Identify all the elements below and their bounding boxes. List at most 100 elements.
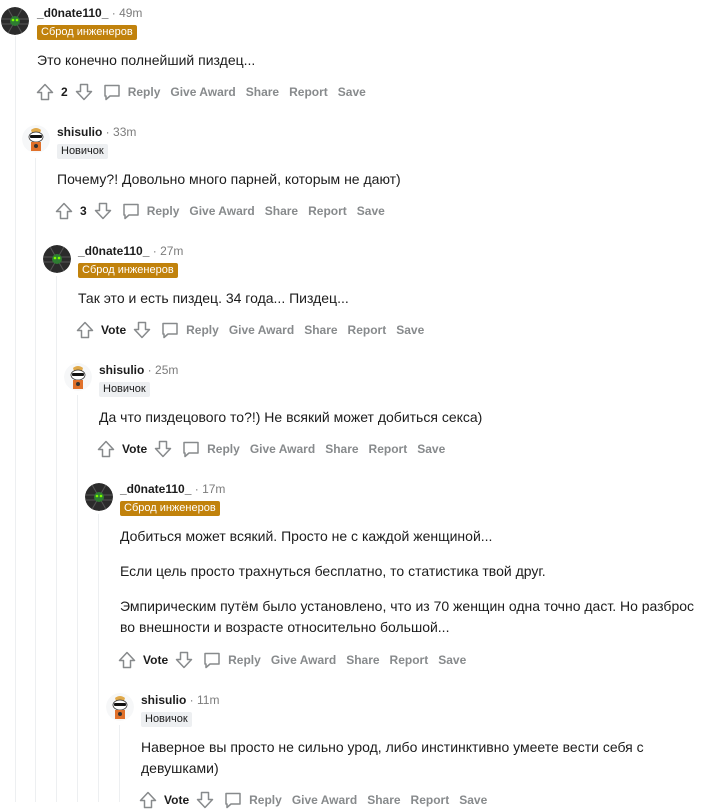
reply-button[interactable]: Reply	[223, 790, 282, 810]
comment-author[interactable]: _d0nate110_ · 17m	[120, 482, 225, 496]
author-name[interactable]: _d0nate110_	[120, 482, 191, 496]
reply-button[interactable]: Reply	[121, 201, 179, 221]
report-button[interactable]: Report	[369, 442, 408, 456]
user-flair: Сброд инженеров	[78, 263, 178, 278]
user-flair: Сброд инженеров	[37, 25, 137, 40]
thread-line[interactable]	[56, 276, 57, 802]
report-button[interactable]: Report	[289, 85, 328, 99]
comment-body: Да что пиздецового то?!) Не всякий может…	[99, 409, 483, 425]
comment-actions: 3 Reply Give Award Share Report Save	[54, 199, 385, 223]
report-button[interactable]: Report	[411, 793, 450, 807]
meta-separator: ·	[144, 363, 156, 377]
meta-separator: ·	[186, 693, 198, 707]
comment-time[interactable]: 17m	[202, 482, 225, 496]
share-button[interactable]: Share	[246, 85, 279, 99]
thread-line[interactable]	[77, 395, 78, 802]
comment-time[interactable]: 11m	[197, 693, 219, 707]
meta-separator: ·	[191, 482, 203, 496]
share-button[interactable]: Share	[346, 653, 379, 667]
comment-actions: Vote Reply Give Award Share Report Save	[96, 437, 445, 461]
author-name[interactable]: shisulio	[99, 363, 144, 377]
report-button[interactable]: Report	[348, 323, 387, 337]
arrow-down-icon[interactable]	[153, 439, 173, 459]
comment-actions: 2 Reply Give Award Share Report Save	[35, 80, 366, 104]
comment-body: Так это и есть пиздец. 34 года... Пиздец…	[78, 290, 349, 306]
comment: _d0nate110_ · 49m Сброд инженеров Это ко…	[0, 0, 707, 110]
user-flair: Новичок	[141, 712, 192, 727]
arrow-up-icon[interactable]	[54, 201, 74, 221]
report-button[interactable]: Report	[308, 204, 347, 218]
share-button[interactable]: Share	[304, 323, 337, 337]
give-award-button[interactable]: Give Award	[271, 653, 336, 667]
vote-score: Vote	[164, 793, 190, 807]
arrow-down-icon[interactable]	[132, 320, 152, 340]
comment-author[interactable]: shisulio · 11m	[141, 693, 219, 707]
author-name[interactable]: _d0nate110_	[78, 244, 149, 258]
give-award-button[interactable]: Give Award	[229, 323, 294, 337]
save-button[interactable]: Save	[417, 442, 445, 456]
comment-body: Это конечно полнейший пиздец...	[37, 52, 256, 68]
avatar[interactable]	[64, 363, 92, 391]
thread-line[interactable]	[98, 514, 99, 802]
save-button[interactable]: Save	[459, 793, 487, 807]
reply-button[interactable]: Reply	[102, 82, 160, 102]
comment-author[interactable]: _d0nate110_ · 27m	[78, 244, 183, 258]
speech-bubble-icon	[223, 790, 243, 810]
save-button[interactable]: Save	[338, 85, 366, 99]
author-name[interactable]: _d0nate110_	[37, 6, 108, 20]
user-flair: Сброд инженеров	[120, 501, 220, 516]
give-award-button[interactable]: Give Award	[170, 85, 235, 99]
share-button[interactable]: Share	[325, 442, 358, 456]
vote-score: Vote	[101, 323, 127, 337]
speech-bubble-icon	[202, 650, 222, 670]
avatar[interactable]	[85, 483, 113, 511]
comment-time[interactable]: 33m	[113, 125, 136, 139]
comment-time[interactable]: 49m	[119, 6, 142, 20]
comment-time[interactable]: 25m	[155, 363, 178, 377]
thread-line[interactable]	[15, 36, 16, 802]
reply-label: Reply	[228, 653, 261, 667]
avatar[interactable]	[106, 693, 134, 721]
avatar[interactable]	[22, 125, 50, 153]
author-name[interactable]: shisulio	[141, 693, 186, 707]
thread-line[interactable]	[119, 725, 120, 802]
arrow-up-icon[interactable]	[138, 790, 158, 810]
share-button[interactable]: Share	[265, 204, 298, 218]
reply-button[interactable]: Reply	[202, 650, 261, 670]
meta-separator: ·	[108, 6, 120, 20]
comment-author[interactable]: shisulio · 25m	[99, 363, 178, 377]
comment-body-paragraph: Добиться может всякий. Просто не с каждо…	[120, 528, 493, 544]
save-button[interactable]: Save	[357, 204, 385, 218]
comment-author[interactable]: shisulio · 33m	[57, 125, 136, 139]
save-button[interactable]: Save	[438, 653, 466, 667]
arrow-down-icon[interactable]	[195, 790, 215, 810]
avatar[interactable]	[1, 7, 29, 35]
arrow-down-icon[interactable]	[93, 201, 113, 221]
arrow-up-icon[interactable]	[96, 439, 116, 459]
speech-bubble-icon	[102, 82, 122, 102]
arrow-down-icon[interactable]	[174, 650, 194, 670]
arrow-down-icon[interactable]	[74, 82, 94, 102]
give-award-button[interactable]: Give Award	[292, 793, 357, 807]
thread-line[interactable]	[35, 158, 36, 802]
reply-label: Reply	[207, 442, 240, 456]
reply-button[interactable]: Reply	[181, 439, 240, 459]
author-name[interactable]: shisulio	[57, 125, 102, 139]
reply-button[interactable]: Reply	[160, 320, 219, 340]
arrow-up-icon[interactable]	[75, 320, 95, 340]
reply-label: Reply	[249, 793, 282, 807]
comment-actions: Vote Reply Give Award Share Report Save	[117, 648, 466, 672]
share-button[interactable]: Share	[367, 793, 400, 807]
user-flair: Новичок	[57, 144, 108, 159]
arrow-up-icon[interactable]	[35, 82, 55, 102]
save-button[interactable]: Save	[396, 323, 424, 337]
comment-time[interactable]: 27m	[160, 244, 183, 258]
comment-body-paragraph: во внешности и возрасте относительно бол…	[120, 619, 450, 635]
comment-body-paragraph: девушками)	[141, 760, 219, 776]
report-button[interactable]: Report	[390, 653, 429, 667]
give-award-button[interactable]: Give Award	[250, 442, 315, 456]
comment-author[interactable]: _d0nate110_ · 49m	[37, 6, 142, 20]
give-award-button[interactable]: Give Award	[189, 204, 254, 218]
avatar[interactable]	[43, 245, 71, 273]
arrow-up-icon[interactable]	[117, 650, 137, 670]
